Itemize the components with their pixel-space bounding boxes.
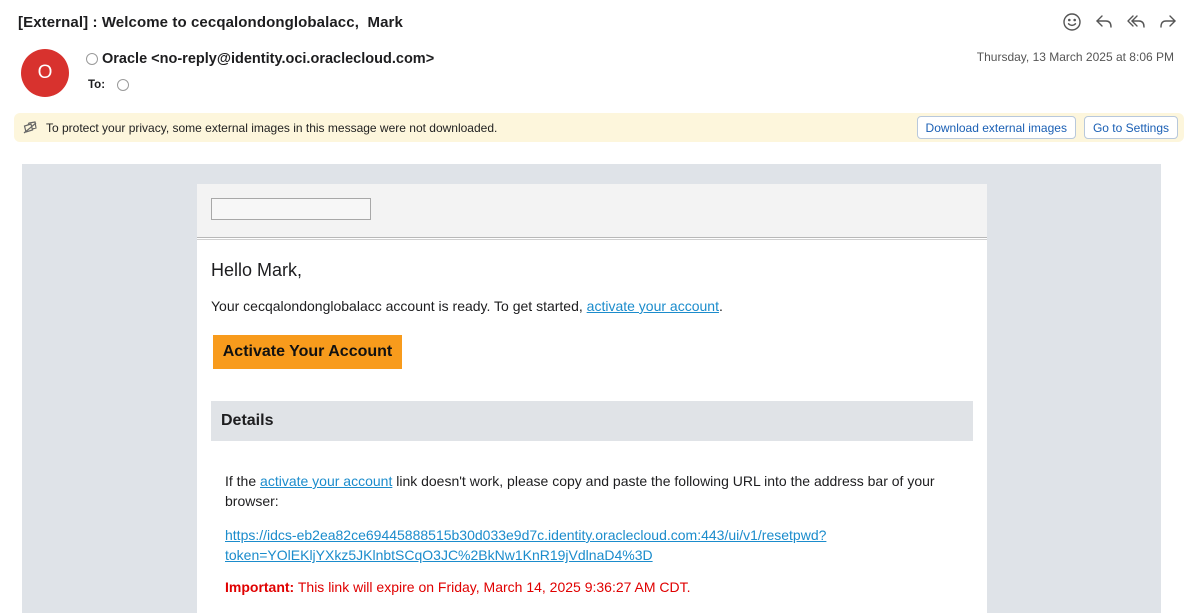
intro-text-start: Your cecqalondonglobalacc account is rea…	[211, 298, 587, 314]
important-label: Important:	[225, 579, 295, 595]
go-to-settings-button[interactable]: Go to Settings	[1083, 116, 1178, 139]
activate-account-button[interactable]: Activate Your Account	[213, 335, 402, 369]
blocked-logo-image	[211, 198, 371, 220]
details-text-start: If the	[225, 473, 261, 489]
intro-text-end: .	[718, 298, 723, 314]
activation-url-line-2[interactable]: token=YOlEKljYXkz5JKlnbtSCqO3JC%2BkNw1Kn…	[225, 547, 653, 563]
reply-button[interactable]	[1094, 12, 1114, 32]
reply-all-icon	[1127, 15, 1145, 28]
details-text: If the activate your account link doesn'…	[225, 471, 945, 511]
message-actions	[1062, 12, 1178, 32]
presence-status-icon	[86, 53, 98, 65]
details-activate-link[interactable]: activate your account	[260, 473, 392, 489]
reaction-button[interactable]	[1062, 12, 1082, 32]
smiley-icon	[1063, 13, 1081, 31]
recipient-status-icon	[117, 79, 130, 91]
expiry-text: This link will expire on Friday, March 1…	[294, 579, 691, 595]
download-external-images-button[interactable]: Download external images	[916, 116, 1076, 139]
greeting: Hello Mark,	[211, 260, 303, 280]
privacy-banner: To protect your privacy, some external i…	[14, 113, 1184, 142]
expiry-notice: Important: This link will expire on Frid…	[225, 579, 691, 595]
blocked-images-icon	[22, 120, 38, 136]
header-divider	[197, 237, 987, 240]
recipient-row: To:	[88, 79, 130, 91]
sender-address[interactable]: Oracle <no-reply@identity.oci.oracleclou…	[102, 51, 434, 67]
forward-button[interactable]	[1158, 12, 1178, 32]
email-header-band	[197, 184, 987, 238]
sender-avatar: O	[21, 49, 69, 97]
activate-account-link[interactable]: activate your account	[587, 298, 719, 314]
activation-url-link[interactable]: https://idcs-eb2ea82ce69445888515b30d033…	[225, 525, 945, 565]
details-heading: Details	[211, 401, 973, 441]
activation-url-line-1[interactable]: https://idcs-eb2ea82ce69445888515b30d033…	[225, 527, 826, 543]
email-subject: [External] : Welcome to cecqalondongloba…	[18, 14, 403, 31]
sender-row: Oracle <no-reply@identity.oci.oracleclou…	[86, 51, 434, 67]
reply-all-button[interactable]	[1126, 12, 1146, 32]
reply-icon	[1096, 15, 1112, 28]
intro-text: Your cecqalondonglobalacc account is rea…	[211, 298, 723, 314]
to-label: To:	[88, 79, 106, 91]
forward-icon	[1160, 15, 1176, 28]
privacy-message: To protect your privacy, some external i…	[46, 120, 498, 135]
email-body: Hello Mark, Your cecqalondonglobalacc ac…	[197, 184, 987, 613]
message-date: Thursday, 13 March 2025 at 8:06 PM	[976, 50, 1174, 64]
